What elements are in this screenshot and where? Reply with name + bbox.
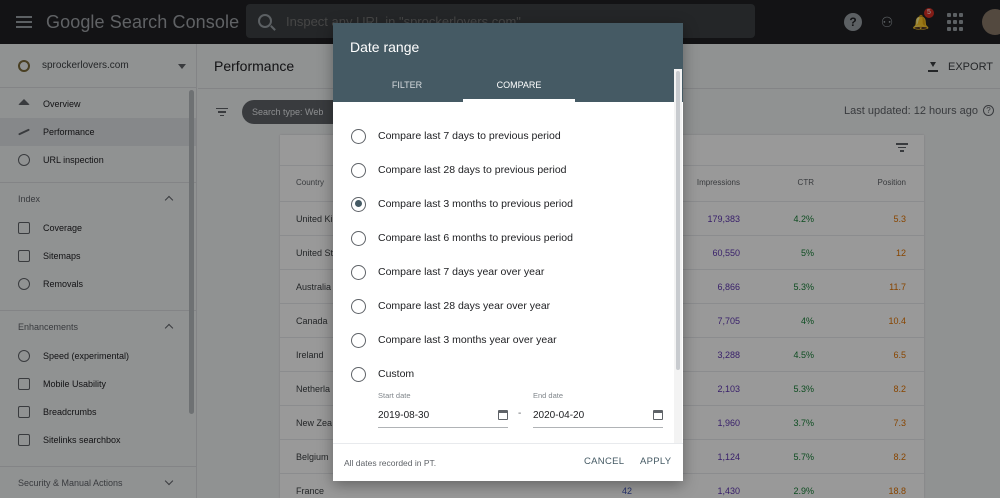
radio-button[interactable] — [351, 264, 366, 280]
dialog-scrollbar[interactable] — [676, 71, 680, 370]
option-last-3-months-yoy[interactable]: Compare last 3 months year over year — [351, 330, 557, 350]
option-last-7-days-previous[interactable]: Compare last 7 days to previous period — [351, 126, 561, 146]
date-range-dialog: Date range FILTER COMPARE Compare last 7… — [333, 23, 683, 481]
option-custom[interactable]: Custom — [351, 364, 414, 384]
radio-button-checked[interactable] — [351, 196, 366, 212]
apply-button[interactable]: APPLY — [640, 456, 671, 467]
start-date-field[interactable]: Start date 2019-08-30 — [378, 391, 508, 428]
option-last-3-months-previous[interactable]: Compare last 3 months to previous period — [351, 194, 573, 214]
option-label: Compare last 3 months to previous period — [378, 198, 573, 210]
radio-button[interactable] — [351, 128, 366, 144]
end-date-value[interactable]: 2020-04-20 — [533, 410, 584, 427]
calendar-icon[interactable] — [653, 410, 663, 420]
option-last-28-days-yoy[interactable]: Compare last 28 days year over year — [351, 296, 550, 316]
date-separator: - — [518, 408, 522, 419]
radio-button[interactable] — [351, 366, 366, 382]
tab-filter[interactable]: FILTER — [342, 80, 472, 90]
radio-button[interactable] — [351, 162, 366, 178]
start-date-label: Start date — [378, 391, 411, 400]
option-label: Compare last 6 months to previous period — [378, 232, 573, 244]
cancel-button[interactable]: CANCEL — [584, 456, 624, 467]
timezone-note: All dates recorded in PT. — [344, 458, 437, 468]
end-date-label: End date — [533, 391, 564, 400]
option-label: Compare last 3 months year over year — [378, 334, 557, 346]
dialog-header: Date range FILTER COMPARE — [333, 23, 683, 102]
dialog-footer: All dates recorded in PT. CANCEL APPLY — [333, 443, 683, 481]
option-last-7-days-yoy[interactable]: Compare last 7 days year over year — [351, 262, 544, 282]
tab-compare[interactable]: COMPARE — [454, 80, 584, 90]
dialog-title: Date range — [350, 39, 420, 55]
start-date-value[interactable]: 2019-08-30 — [378, 410, 429, 427]
active-tab-indicator — [463, 99, 575, 102]
radio-button[interactable] — [351, 298, 366, 314]
option-last-28-days-previous[interactable]: Compare last 28 days to previous period — [351, 160, 567, 180]
option-label: Compare last 7 days year over year — [378, 266, 545, 278]
calendar-icon[interactable] — [498, 410, 508, 420]
radio-button[interactable] — [351, 332, 366, 348]
option-label: Compare last 7 days to previous period — [378, 130, 561, 142]
option-label: Compare last 28 days year over year — [378, 300, 551, 312]
radio-button[interactable] — [351, 230, 366, 246]
option-label: Custom — [378, 368, 415, 380]
option-label: Compare last 28 days to previous period — [378, 164, 567, 176]
end-date-field[interactable]: End date 2020-04-20 — [533, 391, 663, 428]
option-last-6-months-previous[interactable]: Compare last 6 months to previous period — [351, 228, 573, 248]
